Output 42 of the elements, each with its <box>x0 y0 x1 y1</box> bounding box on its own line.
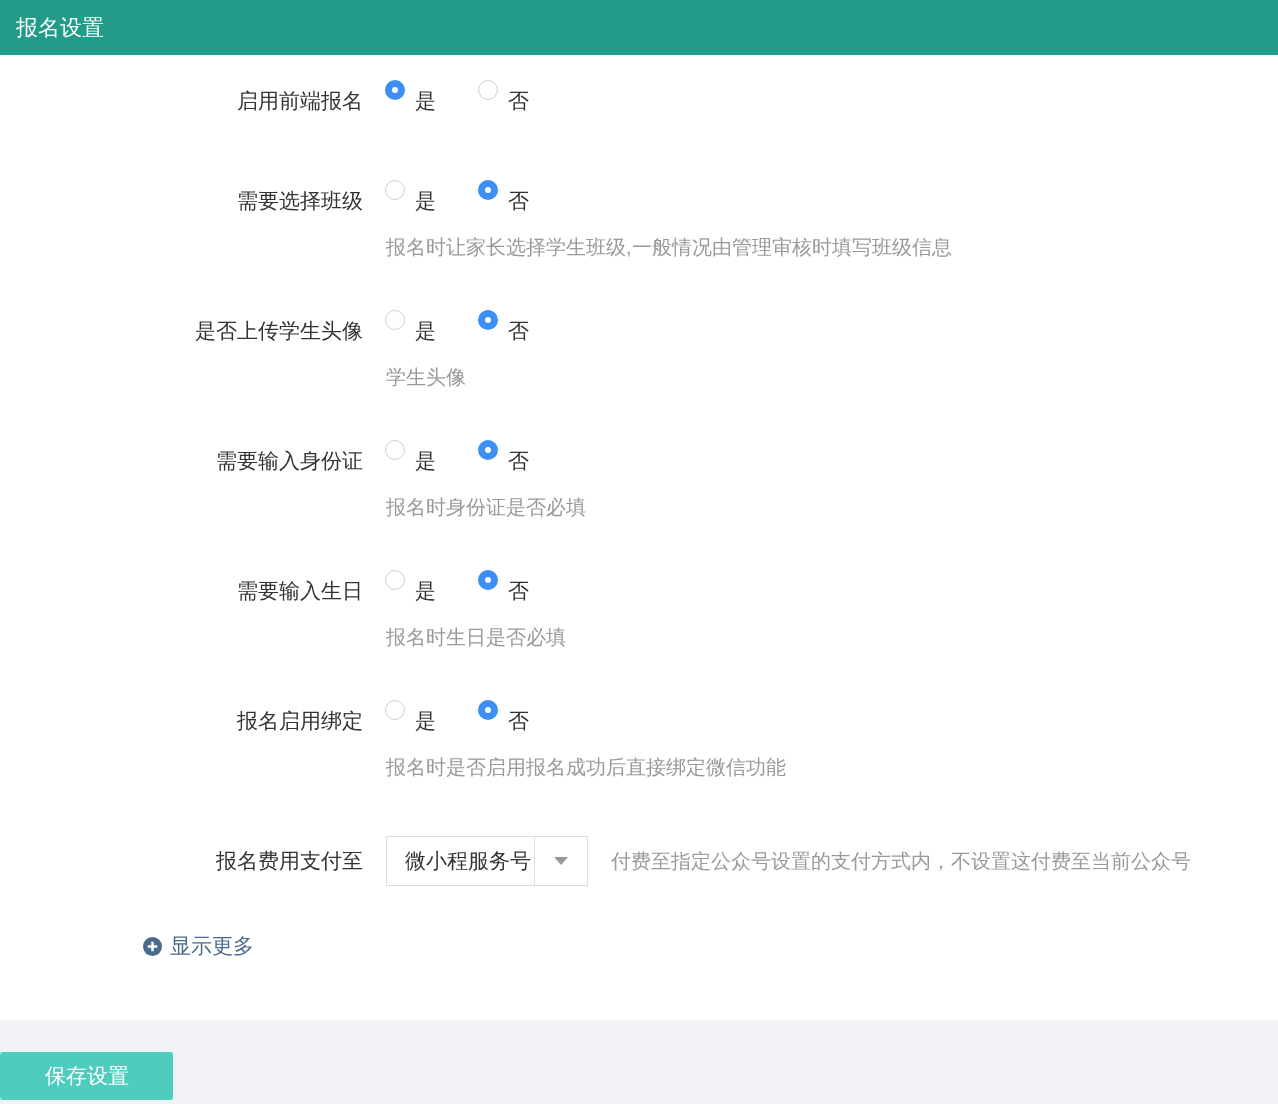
radio-button[interactable] <box>478 180 498 200</box>
radio-button[interactable] <box>385 700 405 720</box>
option-label: 否 <box>508 318 529 344</box>
radio-button[interactable] <box>478 310 498 330</box>
hint-text: 报名时是否启用报名成功后直接绑定微信功能 <box>386 755 787 780</box>
radio-button[interactable] <box>385 180 405 200</box>
radio-button[interactable] <box>478 570 498 590</box>
setting-label: 是否上传学生头像 <box>194 318 363 344</box>
plus-circle-icon <box>143 936 162 956</box>
radio-button[interactable] <box>385 80 405 100</box>
hint-text: 学生头像 <box>386 365 467 390</box>
option-label: 否 <box>508 448 529 474</box>
setting-label: 需要选择班级 <box>236 188 363 214</box>
radio-button[interactable] <box>478 440 498 460</box>
radio-button[interactable] <box>385 310 405 330</box>
option-label: 否 <box>508 88 529 114</box>
setting-label: 报名启用绑定 <box>236 708 363 734</box>
option-label: 否 <box>508 578 529 604</box>
radio-button[interactable] <box>385 570 405 590</box>
option-label: 是 <box>415 448 436 474</box>
setting-label: 需要输入生日 <box>236 578 363 604</box>
option-label: 否 <box>508 708 529 734</box>
setting-label: 报名费用支付至 <box>215 848 363 874</box>
header-title: 报名设置 <box>16 14 104 42</box>
hint-text: 报名时生日是否必填 <box>386 625 567 650</box>
radio-button[interactable] <box>478 80 498 100</box>
option-label: 是 <box>415 708 436 734</box>
setting-label: 启用前端报名 <box>236 88 363 114</box>
radio-button[interactable] <box>478 700 498 720</box>
radio-button[interactable] <box>385 440 405 460</box>
hint-text: 报名时身份证是否必填 <box>386 495 587 520</box>
hint-text: 付费至指定公众号设置的支付方式内，不设置这付费至当前公众号 <box>611 849 1191 874</box>
option-label: 否 <box>508 188 529 214</box>
setting-label: 需要输入身份证 <box>215 448 363 474</box>
option-label: 是 <box>415 188 436 214</box>
dropdown-select[interactable]: 微小程服务号 <box>386 836 588 886</box>
caret-icon <box>554 857 568 865</box>
show-more-link[interactable]: 显示更多 <box>143 931 254 961</box>
option-label: 是 <box>415 88 436 114</box>
option-label: 是 <box>415 318 436 344</box>
option-label: 是 <box>415 578 436 604</box>
hint-text: 报名时让家长选择学生班级,一般情况由管理审核时填写班级信息 <box>386 235 953 260</box>
